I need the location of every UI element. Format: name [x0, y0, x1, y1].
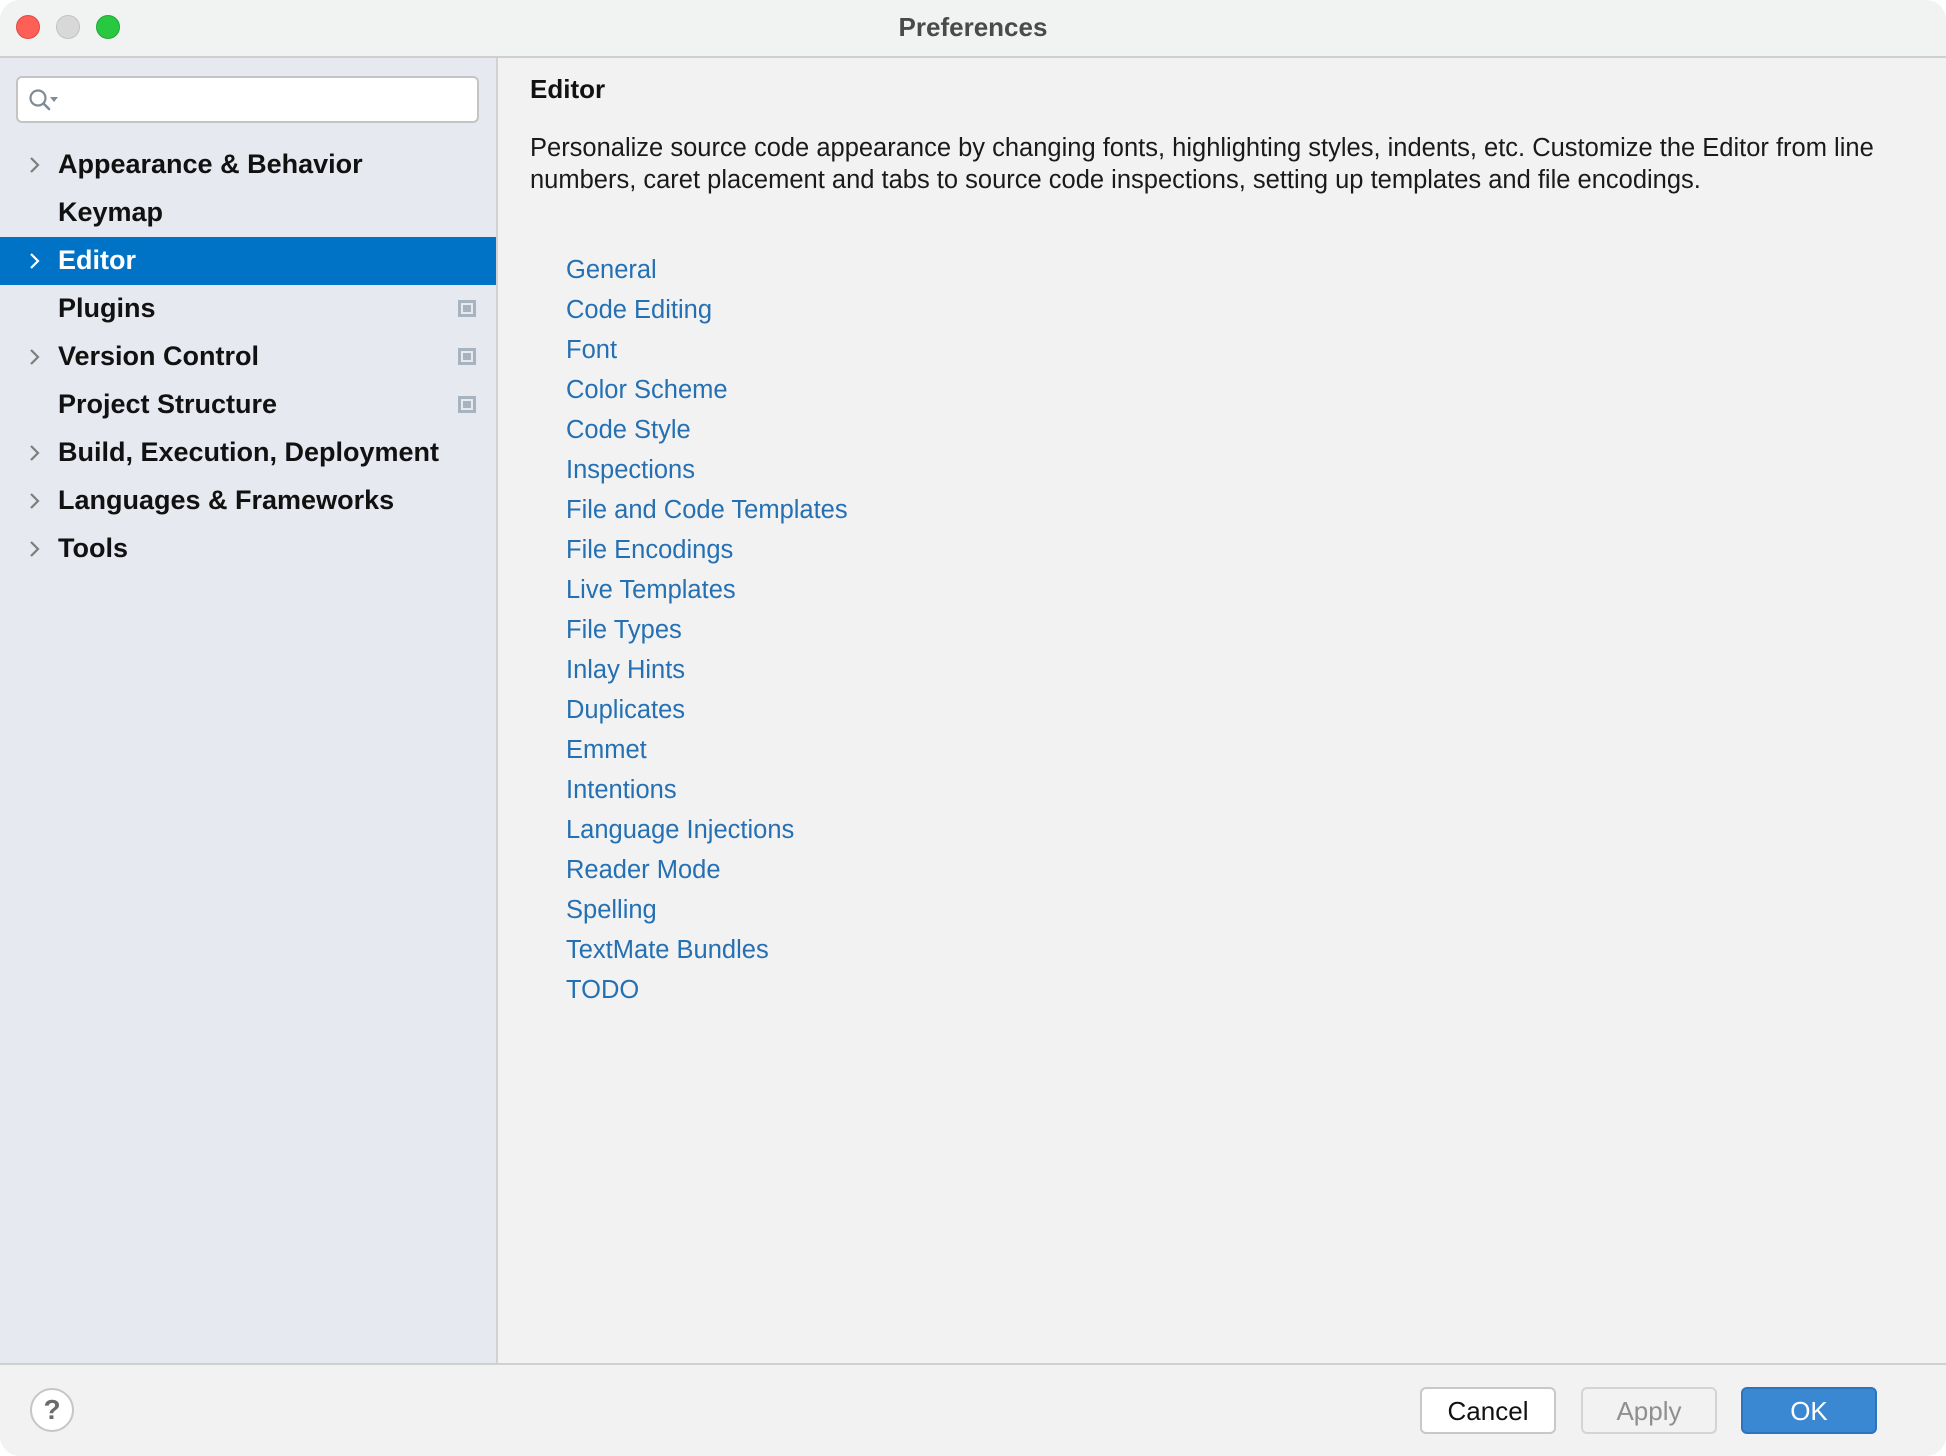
- link-textmate-bundles[interactable]: TextMate Bundles: [566, 930, 848, 970]
- settings-sidebar: Appearance & Behavior Keymap Editor Plugins…: [0, 58, 498, 1363]
- sidebar-item-label: Version Control: [58, 341, 260, 371]
- sidebar-item-keymap[interactable]: Keymap: [0, 189, 496, 237]
- link-color-scheme[interactable]: Color Scheme: [566, 370, 848, 410]
- title-bar: Preferences: [0, 0, 1946, 58]
- sidebar-item-label: Tools: [58, 533, 128, 563]
- chevron-right-icon[interactable]: [28, 491, 42, 511]
- link-file-encodings[interactable]: File Encodings: [566, 530, 848, 570]
- page-description: Personalize source code appearance by ch…: [530, 134, 1874, 194]
- link-emmet[interactable]: Emmet: [566, 730, 848, 770]
- sidebar-item-label: Languages & Frameworks: [58, 485, 395, 515]
- project-level-settings-icon: [458, 300, 476, 317]
- ok-button[interactable]: OK: [1741, 1387, 1877, 1434]
- sidebar-item-editor[interactable]: Editor: [0, 237, 496, 285]
- sidebar-item-label: Appearance & Behavior: [58, 149, 363, 179]
- chevron-right-icon[interactable]: [28, 155, 42, 175]
- sidebar-item-label: Editor: [58, 245, 136, 275]
- link-general[interactable]: General: [566, 250, 848, 290]
- chevron-right-icon[interactable]: [28, 347, 42, 367]
- window-title: Preferences: [898, 12, 1048, 42]
- settings-search-box[interactable]: [16, 76, 479, 123]
- sidebar-item-plugins[interactable]: Plugins: [0, 285, 496, 333]
- editor-subpage-links: General Code Editing Font Color Scheme Code …: [566, 250, 848, 1010]
- link-duplicates[interactable]: Duplicates: [566, 690, 848, 730]
- sidebar-item-appearance-behavior[interactable]: Appearance & Behavior: [0, 141, 496, 189]
- chevron-right-icon[interactable]: [28, 443, 42, 463]
- chevron-right-icon[interactable]: [28, 539, 42, 559]
- preferences-window: Preferences Appearance & Behavior Keymap E…: [0, 0, 1946, 1456]
- dialog-footer: ? Cancel Apply OK: [0, 1363, 1946, 1456]
- sidebar-item-label: Build, Execution, Deployment: [58, 437, 440, 467]
- sidebar-item-project-structure[interactable]: Project Structure: [0, 381, 496, 429]
- link-font[interactable]: Font: [566, 330, 848, 370]
- link-file-and-code-templates[interactable]: File and Code Templates: [566, 490, 848, 530]
- help-button[interactable]: ?: [30, 1388, 74, 1432]
- link-code-style[interactable]: Code Style: [566, 410, 848, 450]
- link-live-templates[interactable]: Live Templates: [566, 570, 848, 610]
- link-reader-mode[interactable]: Reader Mode: [566, 850, 848, 890]
- search-icon[interactable]: [28, 88, 62, 114]
- link-intentions[interactable]: Intentions: [566, 770, 848, 810]
- link-code-editing[interactable]: Code Editing: [566, 290, 848, 330]
- sidebar-item-tools[interactable]: Tools: [0, 525, 496, 573]
- sidebar-item-languages-frameworks[interactable]: Languages & Frameworks: [0, 477, 496, 525]
- sidebar-item-build-execution-deployment[interactable]: Build, Execution, Deployment: [0, 429, 496, 477]
- project-level-settings-icon: [458, 396, 476, 413]
- sidebar-item-version-control[interactable]: Version Control: [0, 333, 496, 381]
- link-file-types[interactable]: File Types: [566, 610, 848, 650]
- sidebar-item-label: Keymap: [58, 197, 164, 227]
- settings-search-input[interactable]: [66, 84, 470, 116]
- sidebar-item-label: Plugins: [58, 293, 156, 323]
- link-spelling[interactable]: Spelling: [566, 890, 848, 930]
- project-level-settings-icon: [458, 348, 476, 365]
- chevron-right-icon[interactable]: [28, 251, 42, 271]
- page-title: Editor: [530, 74, 606, 104]
- link-inlay-hints[interactable]: Inlay Hints: [566, 650, 848, 690]
- apply-button[interactable]: Apply: [1581, 1387, 1717, 1434]
- settings-content-panel: Editor Personalize source code appearanc…: [498, 58, 1946, 1363]
- link-language-injections[interactable]: Language Injections: [566, 810, 848, 850]
- cancel-button[interactable]: Cancel: [1420, 1387, 1556, 1434]
- sidebar-item-label: Project Structure: [58, 389, 278, 419]
- link-inspections[interactable]: Inspections: [566, 450, 848, 490]
- link-todo[interactable]: TODO: [566, 970, 848, 1010]
